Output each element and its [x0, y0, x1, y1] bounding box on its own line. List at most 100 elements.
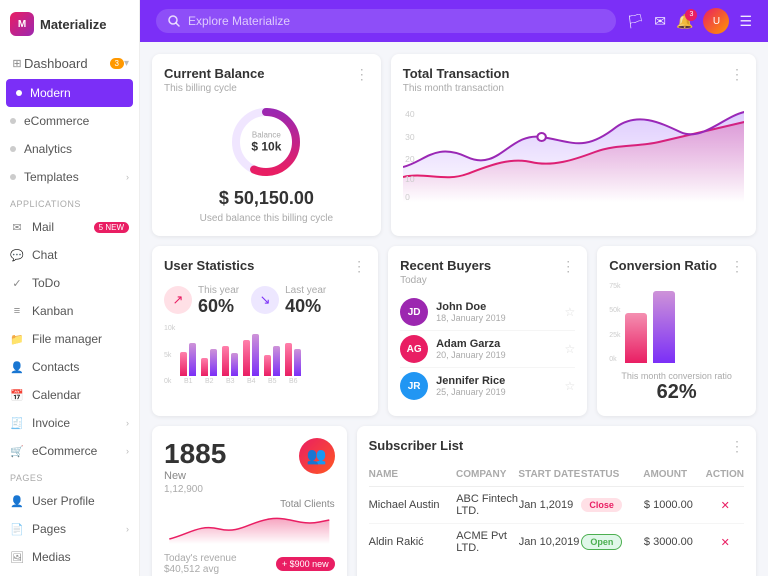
- sidebar-item-label: Contacts: [32, 360, 129, 374]
- sidebar-item-label: Chat: [32, 248, 129, 262]
- bar-group: B5: [264, 346, 280, 385]
- sidebar-item-label: Invoice: [32, 416, 118, 430]
- search-icon: [168, 15, 180, 27]
- search-input[interactable]: [188, 14, 604, 28]
- balance-card-subtitle: This billing cycle: [164, 83, 264, 94]
- subscriber-card: Subscriber List ⋮ NAME COMPANY START DAT…: [357, 426, 756, 576]
- bar-group: B6: [285, 343, 301, 385]
- search-box[interactable]: [156, 9, 616, 33]
- sidebar-item-userprofile[interactable]: 👤 User Profile: [0, 487, 139, 515]
- revenue-row: Today's revenue $40,512 avg + $900 new: [164, 553, 335, 575]
- sidebar-item-templates[interactable]: Templates ›: [0, 163, 139, 191]
- chevron-right-icon: ›: [126, 446, 129, 456]
- this-year-value: 60%: [198, 296, 239, 317]
- star-icon[interactable]: ☆: [565, 305, 576, 319]
- cell-status: Open: [581, 534, 644, 550]
- buyer-date: 25, January 2019: [436, 387, 556, 397]
- this-year-label: This year: [198, 285, 239, 296]
- balance-menu-button[interactable]: ⋮: [355, 66, 369, 83]
- stats-menu-button[interactable]: ⋮: [352, 258, 366, 275]
- sidebar-dashboard-row[interactable]: ⊞ Dashboard 3 ▾: [0, 48, 139, 79]
- sidebar-item-pages[interactable]: 📄 Pages ›: [0, 515, 139, 543]
- svg-text:10: 10: [405, 175, 415, 184]
- userprofile-icon: 👤: [10, 494, 24, 508]
- sidebar-item-invoice[interactable]: 🧾 Invoice ›: [0, 409, 139, 437]
- new-clients-numbers: 1885 New: [164, 438, 226, 482]
- conversion-card-header: Conversion Ratio ⋮: [609, 258, 744, 275]
- bar: [285, 343, 292, 376]
- sidebar-item-chat[interactable]: 💬 Chat: [0, 241, 139, 269]
- conv-bar-col: [625, 313, 647, 363]
- sidebar-item-ecommerce2[interactable]: 🛒 eCommerce ›: [0, 437, 139, 465]
- bar-label: B3: [226, 378, 235, 385]
- conversion-card-title: Conversion Ratio: [609, 258, 717, 273]
- sidebar-item-kanban[interactable]: ≡ Kanban: [0, 297, 139, 325]
- bar-y-label: 5k: [164, 352, 175, 359]
- sidebar-item-label: Kanban: [32, 304, 129, 318]
- svg-text:20: 20: [405, 155, 415, 164]
- cell-start-date: Jan 10,2019: [519, 536, 582, 548]
- subscriber-menu-button[interactable]: ⋮: [730, 438, 744, 455]
- cell-name: Michael Austin: [369, 499, 457, 511]
- kanban-icon: ≡: [10, 304, 24, 318]
- pages-section-label: PAGES: [0, 465, 139, 487]
- dashboard-badge: 3: [110, 58, 124, 69]
- bar: [180, 352, 187, 376]
- bar-group: B1: [180, 343, 196, 385]
- stats-card-title: User Statistics: [164, 258, 254, 273]
- sidebar-item-user[interactable]: 👥 User 3 ›: [0, 571, 139, 576]
- sidebar-item-contacts[interactable]: 👤 Contacts: [0, 353, 139, 381]
- star-icon[interactable]: ☆: [565, 379, 576, 393]
- stat-last-year: ↘ Last year 40%: [251, 283, 326, 317]
- sidebar-item-modern[interactable]: Modern: [6, 79, 133, 107]
- balance-description: Used balance this billing cycle: [164, 213, 369, 224]
- star-icon[interactable]: ☆: [565, 342, 576, 356]
- y-label: 0k: [609, 356, 620, 363]
- flag-icon[interactable]: 🏳: [626, 13, 644, 30]
- buyer-info: Jennifer Rice 25, January 2019: [436, 375, 556, 397]
- stats-summary-row: ↗ This year 60% ↘ Last year 40%: [164, 283, 366, 317]
- buyer-info: John Doe 18, January 2019: [436, 301, 556, 323]
- sidebar-item-label: File manager: [32, 332, 129, 346]
- sidebar-item-todo[interactable]: ✓ ToDo: [0, 269, 139, 297]
- new-clients-card: 1885 New 👥 1,12,900 Total Clients: [152, 426, 347, 576]
- y-label: 25k: [609, 332, 620, 339]
- buyer-row: JD John Doe 18, January 2019 ☆: [400, 294, 575, 331]
- balance-amount: $ 50,150.00: [164, 188, 369, 209]
- cell-company: ACME Pvt LTD.: [456, 530, 519, 554]
- sidebar-item-label: ToDo: [32, 276, 129, 290]
- sidebar-item-mail[interactable]: ✉ Mail 5 NEW: [0, 213, 139, 241]
- buyers-card-subtitle: Today: [400, 275, 491, 286]
- conv-bar-pink: [625, 313, 647, 363]
- user-avatar[interactable]: U: [703, 8, 729, 34]
- buyers-menu-button[interactable]: ⋮: [561, 258, 575, 275]
- sidebar-item-medias[interactable]: 🖼 Medias: [0, 543, 139, 571]
- cell-amount: $ 3000.00: [644, 536, 707, 548]
- chevron-right-icon: ›: [126, 524, 129, 534]
- cell-action[interactable]: ✕: [706, 536, 744, 549]
- sidebar-logo: M Materialize: [0, 0, 139, 48]
- filemanager-icon: 📁: [10, 332, 24, 346]
- sidebar-item-analytics[interactable]: Analytics: [0, 135, 139, 163]
- transaction-menu-button[interactable]: ⋮: [730, 66, 744, 83]
- email-icon[interactable]: ✉: [654, 13, 666, 30]
- nav-dot: [16, 90, 22, 96]
- sidebar-item-filemanager[interactable]: 📁 File manager: [0, 325, 139, 353]
- conv-bar-col: [653, 291, 675, 363]
- buyer-date: 20, January 2019: [436, 350, 556, 360]
- sidebar-item-calendar[interactable]: 📅 Calendar: [0, 381, 139, 409]
- bar-group: B4: [243, 334, 259, 385]
- notification-icon[interactable]: 🔔 3: [676, 13, 693, 30]
- menu-icon[interactable]: ☰: [739, 13, 752, 30]
- buyer-info: Adam Garza 20, January 2019: [436, 338, 556, 360]
- sidebar-item-ecommerce[interactable]: eCommerce: [0, 107, 139, 135]
- sidebar-item-label: Templates: [24, 170, 118, 184]
- conv-bars: [625, 283, 675, 363]
- transaction-card-title: Total Transaction: [403, 66, 510, 81]
- bar-chart: B1 B2: [180, 325, 301, 385]
- bar-y-labels: 10k 5k 0k: [164, 325, 175, 385]
- buyers-card-title: Recent Buyers: [400, 258, 491, 273]
- cell-action[interactable]: ✕: [706, 499, 744, 512]
- col-action: ACTION: [706, 469, 744, 480]
- conversion-menu-button[interactable]: ⋮: [730, 258, 744, 275]
